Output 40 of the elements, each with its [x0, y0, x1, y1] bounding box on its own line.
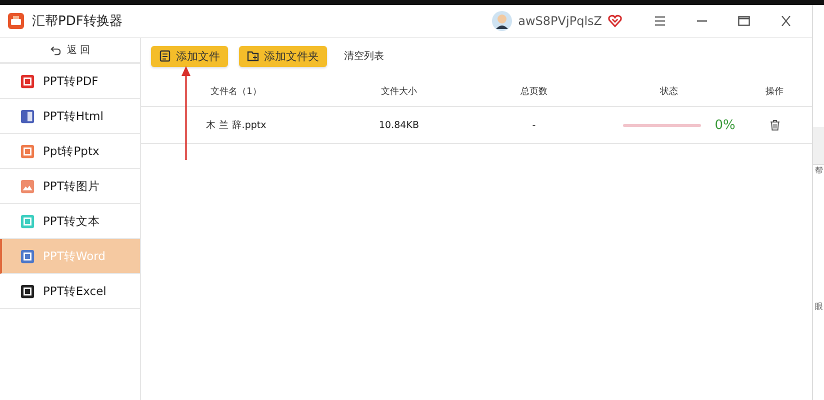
column-header: 操作 — [764, 86, 784, 98]
folder-plus-icon — [247, 50, 259, 62]
sidebar-item[interactable]: PPT转PDF — [0, 64, 140, 99]
back-label: 返 回 — [66, 44, 90, 57]
page-count-cell-text: - — [531, 120, 537, 130]
sidebar-item[interactable]: PPT转Excel — [0, 274, 140, 309]
menu-icon[interactable] — [654, 16, 666, 26]
sidebar-item[interactable]: Ppt转Pptx — [0, 134, 140, 169]
column-header: 文件大小 — [380, 86, 418, 98]
vip-heart-icon[interactable] — [608, 14, 622, 28]
format-icon — [20, 144, 35, 158]
clear-list-button[interactable]: 清空列表 — [338, 48, 390, 64]
window-title: 汇帮PDF转换器 — [32, 13, 122, 30]
add-folder-button[interactable]: 添加文件夹 — [239, 46, 327, 66]
column-header: 文件名（1） — [210, 86, 262, 98]
close-icon[interactable] — [780, 16, 792, 26]
back-icon — [50, 44, 61, 56]
format-icon — [20, 284, 35, 298]
app-logo-icon — [8, 13, 24, 29]
file-name-cell-text: 木 兰 辞.pptx — [204, 118, 268, 132]
back-button[interactable]: 返 回 — [0, 38, 140, 64]
maximize-icon[interactable] — [738, 16, 750, 26]
document-icon — [159, 50, 171, 62]
sidebar-item[interactable]: PPT转Html — [0, 99, 140, 134]
format-icon — [20, 108, 35, 124]
file-size-cell-text: 10.84KB — [378, 120, 420, 130]
sidebar-item[interactable]: PPT转图片 — [0, 169, 140, 204]
column-header: 状态 — [659, 86, 679, 98]
format-icon — [20, 248, 35, 264]
background-window-text: 眼 — [815, 301, 823, 312]
progress-percent: 0% — [714, 118, 736, 132]
add-file-button[interactable]: 添加文件 — [151, 46, 228, 66]
avatar-icon[interactable] — [492, 11, 512, 31]
format-icon — [20, 74, 35, 88]
format-icon — [20, 214, 35, 228]
format-icon — [20, 178, 35, 194]
background-window-text: 帮 — [815, 165, 823, 176]
column-header: 总页数 — [520, 86, 548, 98]
delete-icon[interactable] — [768, 119, 780, 131]
username: awS8PVjPqlsZ — [518, 14, 602, 28]
